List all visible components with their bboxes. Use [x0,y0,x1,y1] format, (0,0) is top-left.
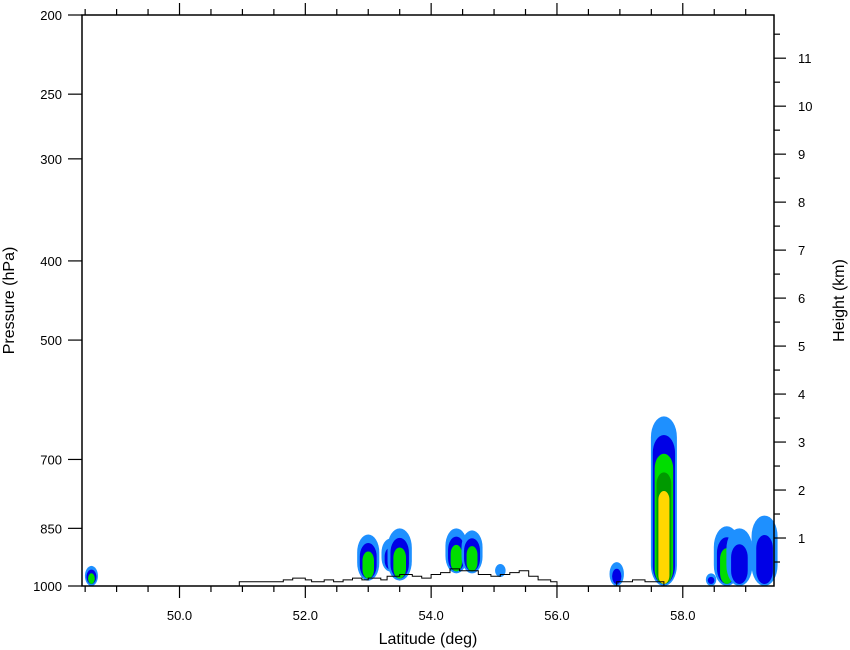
y2-tick-label: 9 [798,147,805,162]
y2-tick-label: 4 [798,387,805,402]
contour-level-2 [731,544,748,584]
contour-level-5 [658,491,670,584]
y-axis-left: 1000 850 700 500 400 300 250 200 [33,8,82,594]
y2-tick-label: 1 [798,531,805,546]
contour-cell [387,528,412,581]
contour-level-3 [450,544,462,572]
contour-cell [84,565,98,586]
x-axis: 50.0 52.0 54.0 56.0 58.0 [84,3,747,623]
x-tick-label: 54.0 [418,608,443,623]
y2-tick-label: 7 [798,243,805,258]
x-axis-title: Latitude (deg) [379,631,478,648]
x-tick-label: 52.0 [293,608,318,623]
contour-cell [357,534,380,581]
contour-level-3 [466,546,478,572]
x-tick-label: 58.0 [670,608,695,623]
y-tick-label: 300 [40,152,62,167]
chart: 50.0 52.0 54.0 56.0 58.0 1000 850 700 500 400 300… [1,3,848,648]
y-tick-label: 500 [40,333,62,348]
y-tick-label: 1000 [33,579,62,594]
y-tick-label: 850 [40,521,62,536]
y-tick-label: 200 [40,8,62,23]
contour-level-2 [756,534,773,584]
y2-tick-label: 8 [798,195,805,210]
y-tick-label: 700 [40,452,62,467]
y2-tick-label: 10 [798,99,812,114]
x-tick-label: 50.0 [167,608,192,623]
y2-tick-label: 11 [798,51,812,66]
y2-tick-label: 6 [798,291,805,306]
y2-tick-label: 5 [798,339,805,354]
y2-axis-title: Height (km) [831,259,848,342]
contour-level-3 [393,547,407,579]
contour-cell [726,528,753,586]
contour-cell [705,573,717,586]
y2-tick-label: 3 [798,435,805,450]
y-tick-label: 250 [40,87,62,102]
y-axis-right: 1 2 3 4 5 6 7 8 9 10 11 [774,33,812,563]
contour-level-3 [362,551,374,579]
contour-cell [650,416,677,586]
contour-level-2 [707,576,715,584]
y-tick-label: 400 [40,254,62,269]
contour-level-3 [88,573,95,584]
contour-layer [84,416,778,586]
x-tick-label: 56.0 [544,608,569,623]
contour-cell [461,530,483,574]
y-axis-title: Pressure (hPa) [1,247,18,355]
y2-tick-label: 2 [798,483,805,498]
